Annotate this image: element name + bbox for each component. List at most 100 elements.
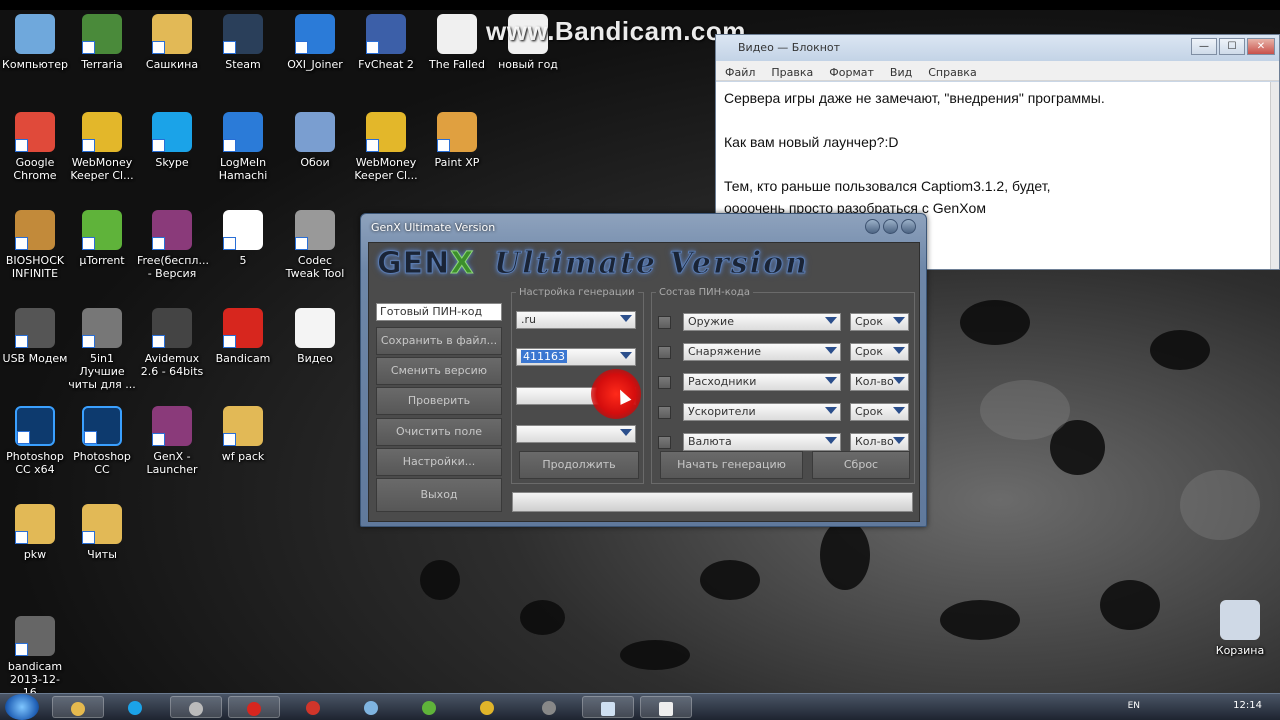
desktop-icon[interactable]: Компьютер [0,14,70,71]
clear-field-button[interactable]: Очистить поле [376,418,502,446]
pin-item-dropdown[interactable]: Ускорители [683,403,841,421]
wallpaper-spot [820,520,870,590]
folder-icon [152,14,192,54]
pin-item-dropdown[interactable]: Расходники [683,373,841,391]
taskbar-notepad[interactable] [582,696,634,718]
cheats-icon [82,308,122,348]
continue-button[interactable]: Продолжить [519,451,639,479]
desktop-icon[interactable]: Google Chrome [0,112,70,182]
desktop-icon[interactable]: Skype [137,112,207,169]
pin-item-checkbox[interactable] [658,376,671,389]
notepad-titlebar[interactable]: Видео — Блокнот — ☐ ✕ [716,35,1279,61]
wallpaper-icon [295,112,335,152]
menu-help[interactable]: Справка [919,63,983,79]
taskbar-explorer[interactable] [52,696,104,718]
start-button[interactable] [5,694,39,720]
start-generation-button[interactable]: Начать генерацию [660,451,803,479]
genx-minimize-button[interactable] [865,219,880,234]
pin-item-checkbox[interactable] [658,406,671,419]
menu-edit[interactable]: Правка [762,63,820,79]
menu-file[interactable]: Файл [716,63,762,79]
desktop-icon[interactable]: OXI_Joiner [280,14,350,71]
server-dropdown[interactable]: 411163 [516,348,636,366]
genx-maximize-button[interactable] [883,219,898,234]
desktop-icon[interactable]: LogMeIn Hamachi [208,112,278,182]
desktop-icon[interactable]: Terraria [67,14,137,71]
desktop-icon[interactable]: The Falled [422,14,492,71]
desktop-icon[interactable]: Читы [67,504,137,561]
pin-option-dropdown[interactable]: Кол-во [850,373,909,391]
taskbar-utorrent[interactable] [404,696,456,718]
desktop-icon[interactable]: pkw [0,504,70,561]
desktop-icon[interactable]: WebMoney Keeper Cl... [351,112,421,182]
genx-window[interactable]: GenX Ultimate Version GENX Ultimate Vers… [360,213,927,527]
desktop-icon[interactable]: Сашкина [137,14,207,71]
language-indicator[interactable]: EN [1128,701,1140,711]
pin-item-dropdown[interactable]: Валюта [683,433,841,451]
pin-option-dropdown[interactable]: Кол-во [850,433,909,451]
desktop-icon[interactable]: wf pack [208,406,278,463]
pin-option-value: Кол-во [855,375,894,388]
desktop-icon[interactable]: 5in1 Лучшие читы для ... [67,308,137,391]
taskbar-app[interactable] [170,696,222,718]
desktop-icon[interactable]: WebMoney Keeper Cl... [67,112,137,182]
folder-icon [82,504,122,544]
desktop-icon[interactable]: bandicam 2013-12-16... [0,616,70,699]
desktop-icon[interactable]: Avidemux 2.6 - 64bits [137,308,207,378]
taskbar-opera[interactable] [288,696,340,718]
desktop-icon[interactable]: USB Модем [0,308,70,365]
desktop-icon[interactable]: Photoshop CC [67,406,137,476]
desktop-icon[interactable]: Codec Tweak Tool [280,210,350,280]
pin-option-dropdown[interactable]: Срок [850,403,909,421]
pin-item-checkbox[interactable] [658,316,671,329]
desktop-icon-label: Читы [87,548,117,561]
desktop-icon[interactable]: Bandicam [208,308,278,365]
notepad-line [724,153,1264,175]
maximize-button[interactable]: ☐ [1219,38,1245,55]
desktop-icon[interactable]: Photoshop CC x64 [0,406,70,476]
pin-item-checkbox[interactable] [658,436,671,449]
desktop-icon[interactable]: 5 [208,210,278,267]
notepad-scrollbar[interactable] [1270,82,1279,269]
extra-dropdown[interactable] [516,425,636,443]
save-to-file-button[interactable]: Сохранить в файл... [376,327,502,355]
desktop-icon[interactable]: Обои [280,112,350,169]
change-version-button[interactable]: Сменить версию [376,357,502,385]
exit-button[interactable]: Выход [376,478,502,512]
desktop-icon[interactable]: Steam [208,14,278,71]
desktop-icon[interactable]: FvCheat 2 [351,14,421,71]
close-button[interactable]: ✕ [1247,38,1275,55]
desktop-icon[interactable]: Free(беспл... - Версия [137,210,209,280]
minimize-button[interactable]: — [1191,38,1217,55]
desktop-icon[interactable]: µTorrent [67,210,137,267]
desktop-icon-label: Компьютер [2,58,68,71]
taskbar-genx[interactable] [640,696,692,718]
desktop-icon[interactable]: Корзина [1205,600,1275,657]
pin-item-dropdown[interactable]: Оружие [683,313,841,331]
settings-button[interactable]: Настройки... [376,448,502,476]
check-updates-button[interactable]: Проверить обновления [376,387,502,433]
desktop-icon[interactable]: GenX -Launcher [137,406,207,476]
pin-item-checkbox[interactable] [658,346,671,359]
clock[interactable]: 12:14 [1233,700,1262,711]
pin-option-dropdown[interactable]: Срок [850,343,909,361]
desktop-icon-label: Free(беспл... - Версия [137,254,209,280]
desktop-icon[interactable]: BIOSHOCK INFINITE [0,210,70,280]
pin-code-field[interactable]: Готовый ПИН-код [376,303,502,321]
taskbar-app3[interactable] [524,696,576,718]
utorrent-icon [82,210,122,250]
taskbar-webmoney[interactable] [462,696,514,718]
pin-item-dropdown[interactable]: Снаряжение [683,343,841,361]
reset-button[interactable]: Сброс [812,451,910,479]
pin-option-dropdown[interactable]: Срок [850,313,909,331]
terraria-icon [82,14,122,54]
domain-dropdown[interactable]: .ru [516,311,636,329]
genx-close-button[interactable] [901,219,916,234]
desktop-icon[interactable]: Paint XP [422,112,492,169]
menu-view[interactable]: Вид [881,63,919,79]
taskbar-app2[interactable] [346,696,398,718]
menu-format[interactable]: Формат [820,63,881,79]
taskbar-bandicam[interactable] [228,696,280,718]
taskbar-skype[interactable] [110,696,162,718]
desktop-icon[interactable]: Видео [280,308,350,365]
